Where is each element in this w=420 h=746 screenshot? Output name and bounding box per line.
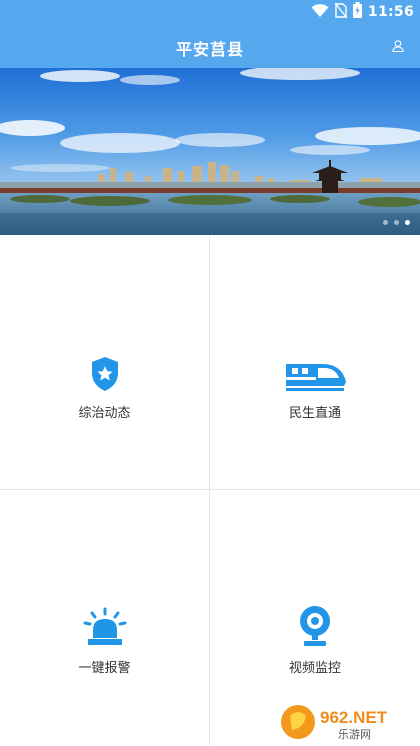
carousel-dot[interactable] [383,220,388,225]
page-title: 平安莒县 [175,40,244,59]
watermark-logo: 962.NET 乐游网 [278,702,416,742]
status-time: 11:56 [367,4,414,20]
wifi-icon [311,3,329,22]
menu-grid: 综治动态 民生直通 一键报警 视频监控 [0,235,420,746]
battery-icon [352,2,362,22]
user-button[interactable] [390,38,406,54]
carousel-indicator [383,220,410,225]
carousel-dot-active[interactable] [405,220,410,225]
menu-item-one-key-alarm[interactable]: 一键报警 [0,490,210,745]
menu-label: 民生直通 [288,405,341,421]
shield-star-icon [91,356,118,391]
svg-text:962.NET: 962.NET [320,708,388,727]
svg-text:乐游网: 乐游网 [338,728,371,741]
alarm-siren-icon [83,607,126,645]
site-watermark: 962.NET 乐游网 [278,700,416,744]
banner-image [0,68,420,235]
user-icon [392,40,404,52]
menu-item-comprehensive-news[interactable]: 综治动态 [0,235,210,490]
banner-carousel[interactable] [0,68,420,235]
menu-item-livelihood-direct[interactable]: 民生直通 [210,235,420,490]
menu-label: 视频监控 [288,661,341,676]
menu-label: 综治动态 [78,405,131,421]
app-bar: 平安莒县 [0,24,420,68]
train-icon [282,363,346,391]
no-sim-icon [334,2,348,22]
menu-label: 一键报警 [78,661,131,676]
carousel-dot[interactable] [394,220,399,225]
status-bar: 11:56 [0,0,420,24]
camera-icon [300,606,330,646]
